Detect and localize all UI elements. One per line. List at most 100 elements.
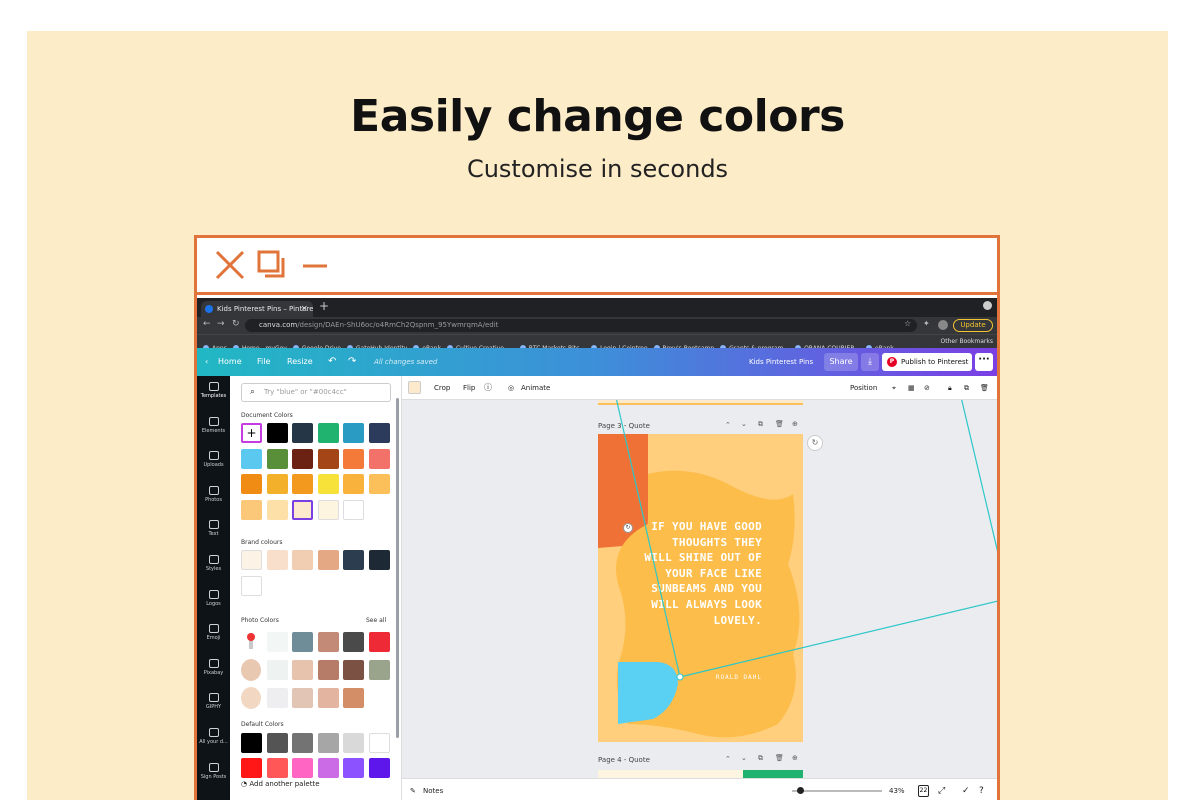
- document-color-swatch[interactable]: [317, 499, 339, 520]
- default-color-swatch[interactable]: [317, 733, 339, 753]
- paint-roller-icon[interactable]: ⌖: [892, 376, 896, 400]
- sidebar-item-photos[interactable]: Photos: [197, 485, 230, 503]
- sidebar-item-logos[interactable]: Logos: [197, 589, 230, 607]
- brand-colour-swatch[interactable]: [241, 550, 262, 570]
- document-color-swatch[interactable]: [266, 423, 288, 443]
- sidebar-item-emoji[interactable]: Emoji: [197, 624, 230, 641]
- page-count[interactable]: 22: [918, 785, 929, 797]
- document-color-swatch[interactable]: [317, 474, 339, 494]
- profile-avatar[interactable]: [938, 320, 948, 330]
- default-color-swatch[interactable]: [292, 758, 313, 778]
- duplicate-page-icon[interactable]: ⧉: [758, 420, 763, 429]
- sidebar-item-all-your-d[interactable]: All your d...: [197, 728, 230, 745]
- brand-colour-swatch[interactable]: [266, 550, 288, 570]
- photo-thumbnail[interactable]: [241, 659, 261, 681]
- zoom-slider-handle[interactable]: [796, 787, 804, 794]
- transparency-icon[interactable]: ▦: [908, 376, 915, 400]
- page-down-icon[interactable]: ⌄: [741, 754, 747, 762]
- document-color-swatch[interactable]: [317, 448, 339, 469]
- see-all-link[interactable]: See all: [366, 617, 386, 624]
- default-color-swatch[interactable]: [241, 758, 262, 778]
- document-color-swatch[interactable]: [368, 448, 390, 469]
- notes-button[interactable]: Notes: [423, 779, 443, 800]
- document-color-swatch[interactable]: [292, 448, 313, 469]
- undo-icon[interactable]: ↶: [328, 348, 336, 376]
- resize-button[interactable]: Resize: [287, 348, 313, 376]
- brand-colour-swatch[interactable]: [343, 550, 364, 570]
- file-menu[interactable]: File: [257, 348, 270, 376]
- new-tab-icon[interactable]: +: [319, 299, 329, 313]
- position-button[interactable]: Position: [850, 376, 877, 400]
- photo-color-swatch[interactable]: [368, 660, 390, 680]
- tab-close-icon[interactable]: ×: [300, 301, 308, 317]
- url-input[interactable]: canva.com/design/DAEn-ShU6oc/o4RmCh2Qspn…: [245, 319, 917, 332]
- photo-color-swatch[interactable]: [266, 660, 288, 680]
- photo-color-swatch[interactable]: [266, 632, 288, 652]
- design-canvas[interactable]: Page 3 - Quote ⌃ ⌄ ⧉ 🗑︎ ⊕ IF YOU HAVE GO…: [402, 400, 997, 800]
- document-color-swatch[interactable]: [343, 474, 364, 494]
- brand-colour-swatch[interactable]: [317, 550, 339, 570]
- design-name[interactable]: Kids Pinterest Pins: [749, 348, 813, 376]
- minimize-icon[interactable]: [301, 250, 331, 280]
- color-search-input[interactable]: ⌕ Try "blue" or "#00c4cc": [241, 383, 391, 402]
- document-color-swatch[interactable]: [241, 499, 262, 520]
- document-color-swatch[interactable]: [266, 474, 288, 494]
- document-color-swatch[interactable]: [241, 448, 262, 469]
- page-down-icon[interactable]: ⌄: [741, 420, 747, 428]
- default-color-swatch[interactable]: [343, 758, 364, 778]
- download-icon[interactable]: ⤓: [861, 353, 879, 371]
- duplicate-page-icon[interactable]: ⧉: [758, 754, 763, 763]
- sidebar-item-sign-posts[interactable]: Sign Posts: [197, 762, 230, 780]
- add-color-icon[interactable]: +: [241, 423, 262, 443]
- browser-tab[interactable]: Kids Pinterest Pins – Pinterest ×: [201, 301, 313, 317]
- lock-icon[interactable]: 🔒︎: [948, 376, 952, 400]
- animate-icon[interactable]: ◎: [508, 376, 514, 400]
- fullscreen-icon[interactable]: ⤢: [938, 779, 945, 800]
- brand-colour-swatch[interactable]: [292, 550, 313, 570]
- share-button[interactable]: Share: [824, 353, 858, 371]
- check-icon[interactable]: ✓: [962, 779, 970, 800]
- default-color-swatch[interactable]: [343, 733, 364, 753]
- photo-color-swatch[interactable]: [343, 632, 364, 652]
- default-color-swatch[interactable]: [241, 733, 262, 753]
- home-chevron-icon[interactable]: ‹: [205, 348, 208, 376]
- zoom-level[interactable]: 43%: [889, 779, 905, 800]
- link-icon[interactable]: ⊘: [924, 376, 930, 400]
- duplicate-icon[interactable]: ⧉: [964, 376, 969, 400]
- document-color-swatch[interactable]: [343, 423, 364, 443]
- default-color-swatch[interactable]: [266, 733, 288, 753]
- default-color-swatch[interactable]: [266, 758, 288, 778]
- add-page-icon[interactable]: ⊕: [792, 754, 798, 762]
- default-color-swatch[interactable]: [317, 758, 339, 778]
- info-icon[interactable]: ⓘ: [484, 376, 492, 400]
- sidebar-item-templates[interactable]: Templates: [197, 382, 230, 399]
- sidebar-item-elements[interactable]: Elements: [197, 416, 230, 434]
- redo-icon[interactable]: ↷: [348, 348, 356, 376]
- document-color-swatch[interactable]: [292, 499, 313, 520]
- crop-button[interactable]: Crop: [434, 376, 450, 400]
- sidebar-item-pixabay[interactable]: Pixabay: [197, 658, 230, 676]
- add-page-icon[interactable]: ⊕: [792, 420, 798, 428]
- document-color-swatch[interactable]: [292, 474, 313, 494]
- photo-thumbnail[interactable]: [241, 687, 261, 709]
- back-icon[interactable]: ←: [203, 319, 211, 329]
- reload-icon[interactable]: ↻: [232, 319, 240, 329]
- document-color-swatch[interactable]: [343, 448, 364, 469]
- brand-colour-swatch[interactable]: [241, 575, 262, 596]
- photo-thumbnail[interactable]: [241, 631, 261, 653]
- sidebar-item-text[interactable]: Text: [197, 520, 230, 537]
- quote-author[interactable]: ROALD DAHL: [678, 674, 762, 681]
- flip-button[interactable]: Flip: [463, 376, 475, 400]
- default-color-swatch[interactable]: [368, 758, 390, 778]
- star-icon[interactable]: ☆: [904, 319, 911, 328]
- document-color-swatch[interactable]: [266, 499, 288, 520]
- photo-color-swatch[interactable]: [266, 688, 288, 708]
- extensions-icon[interactable]: ✦: [923, 319, 930, 328]
- page-up-icon[interactable]: ⌃: [725, 421, 731, 429]
- help-icon[interactable]: ?: [979, 779, 984, 800]
- zoom-slider[interactable]: [792, 787, 882, 794]
- close-icon[interactable]: [215, 250, 245, 280]
- add-palette-button[interactable]: ◔ Add another palette: [241, 780, 320, 788]
- page-up-icon[interactable]: ⌃: [725, 755, 731, 763]
- photo-color-swatch[interactable]: [343, 688, 364, 708]
